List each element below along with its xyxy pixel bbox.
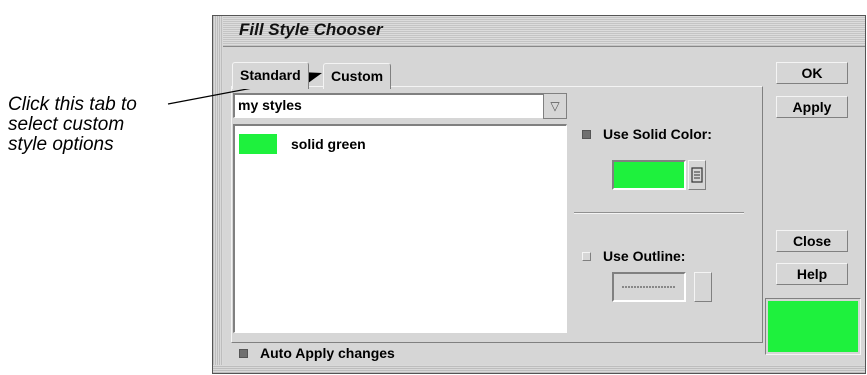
fill-preview bbox=[765, 298, 861, 355]
color-menu-icon bbox=[691, 167, 703, 183]
window-frame-left bbox=[213, 16, 223, 373]
ok-button[interactable]: OK bbox=[776, 62, 848, 84]
divider bbox=[574, 212, 744, 214]
use-solid-color-checkbox[interactable] bbox=[582, 129, 591, 139]
tab-standard[interactable]: Standard bbox=[232, 62, 309, 89]
annotation-line: Click this tab to bbox=[8, 94, 137, 115]
annotation-line: select custom bbox=[8, 114, 125, 135]
auto-apply-row[interactable]: Auto Apply changes bbox=[239, 345, 395, 361]
window-frame-bottom bbox=[213, 365, 865, 373]
style-name: solid green bbox=[291, 136, 366, 152]
solid-color-well[interactable] bbox=[612, 160, 686, 190]
fill-preview-swatch bbox=[768, 301, 858, 352]
use-outline-label: Use Outline: bbox=[603, 248, 686, 264]
dropdown-arrow-icon[interactable]: ▽ bbox=[543, 93, 567, 119]
window-title: Fill Style Chooser bbox=[239, 20, 383, 39]
styles-list[interactable]: solid green bbox=[233, 124, 567, 333]
annotation-callout: Click this tab to select custom style op… bbox=[8, 95, 137, 155]
outline-picker-button[interactable] bbox=[694, 272, 712, 302]
auto-apply-label: Auto Apply changes bbox=[260, 345, 395, 361]
list-item[interactable]: solid green bbox=[239, 132, 366, 156]
use-solid-color-label: Use Solid Color: bbox=[603, 126, 712, 142]
title-bar[interactable]: Fill Style Chooser bbox=[223, 16, 865, 47]
apply-button[interactable]: Apply bbox=[776, 96, 848, 118]
outline-style-well[interactable] bbox=[612, 272, 686, 302]
auto-apply-checkbox[interactable] bbox=[239, 348, 248, 358]
fill-style-chooser-dialog: Fill Style Chooser Standard Custom my st… bbox=[212, 15, 866, 374]
color-picker-button[interactable] bbox=[688, 160, 706, 190]
close-button[interactable]: Close bbox=[776, 230, 848, 252]
style-set-value: my styles bbox=[238, 97, 302, 113]
style-set-dropdown[interactable]: my styles ▽ bbox=[233, 93, 567, 119]
use-outline-row[interactable]: Use Outline: bbox=[582, 248, 685, 264]
style-swatch bbox=[239, 134, 277, 154]
help-button[interactable]: Help bbox=[776, 263, 848, 285]
tab-custom[interactable]: Custom bbox=[323, 63, 392, 89]
use-solid-color-row[interactable]: Use Solid Color: bbox=[582, 126, 712, 142]
use-outline-checkbox[interactable] bbox=[582, 251, 591, 261]
annotation-line: style options bbox=[8, 134, 114, 155]
